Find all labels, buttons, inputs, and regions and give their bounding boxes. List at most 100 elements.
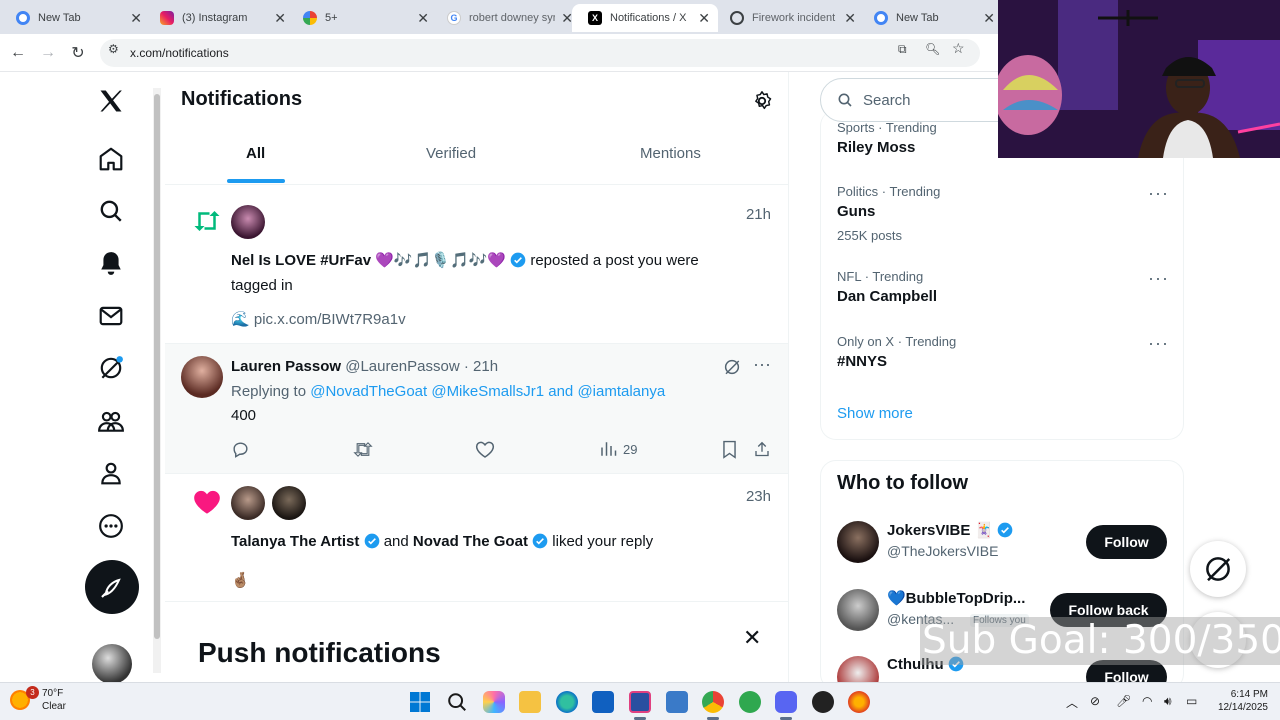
- discord-icon[interactable]: [775, 691, 797, 713]
- microphone-icon[interactable]: 🎤︎: [1116, 694, 1131, 708]
- tab-all[interactable]: All: [246, 145, 265, 162]
- views-count[interactable]: 29: [599, 439, 637, 459]
- battery-icon[interactable]: ▭: [1186, 694, 1197, 708]
- account-avatar[interactable]: [92, 644, 132, 684]
- repost-action-icon[interactable]: [353, 439, 373, 459]
- user-name[interactable]: Lauren Passow: [231, 358, 341, 375]
- user-avatar[interactable]: [272, 486, 306, 520]
- bookmark-star-icon[interactable]: ☆: [952, 40, 965, 57]
- reply-notification[interactable]: Lauren Passow @LaurenPassow · 21h ··· Re…: [165, 344, 788, 474]
- user-avatar[interactable]: [231, 486, 265, 520]
- bookmark-icon[interactable]: [721, 439, 738, 459]
- grok-icon[interactable]: [96, 353, 126, 383]
- firefox-icon[interactable]: [848, 691, 870, 713]
- chrome-taskbar-icon[interactable]: [702, 691, 724, 713]
- scrollbar-thumb[interactable]: [154, 94, 160, 639]
- close-tab-icon[interactable]: ✕: [274, 10, 286, 27]
- wifi-icon[interactable]: ◠: [1142, 694, 1152, 708]
- forward-icon[interactable]: →: [37, 42, 59, 64]
- user-avatar[interactable]: [837, 521, 879, 563]
- onedrive-off-icon[interactable]: ⊘: [1090, 694, 1100, 708]
- user-name[interactable]: Novad The Goat: [413, 533, 528, 550]
- user-name[interactable]: Nel Is LOVE #UrFav: [231, 252, 371, 269]
- x-logo-icon[interactable]: [96, 86, 126, 116]
- reload-icon[interactable]: ↻: [67, 42, 89, 64]
- grok-explain-icon[interactable]: [723, 358, 741, 381]
- replying-to-handles[interactable]: @NovadTheGoat @MikeSmallsJr1 and @iamtal…: [310, 383, 665, 400]
- weather-widget[interactable]: 3 70°F Clear: [10, 686, 66, 713]
- tray-chevron-icon[interactable]: ︿: [1066, 694, 1078, 711]
- more-options-icon[interactable]: ···: [753, 354, 771, 375]
- media-url[interactable]: pic.x.com/BIWt7R9a1v: [254, 311, 406, 328]
- page-scrollbar[interactable]: [153, 88, 161, 673]
- browser-tab[interactable]: G robert downey syn ✕: [431, 4, 581, 32]
- like-notification[interactable]: 23h Talanya The Artist and Novad The Goa…: [165, 474, 788, 602]
- tab-verified[interactable]: Verified: [426, 145, 476, 162]
- explore-search-icon[interactable]: [96, 196, 126, 226]
- browser-tab[interactable]: (3) Instagram ✕: [144, 4, 294, 32]
- edge-browser-icon[interactable]: [556, 691, 578, 713]
- home-icon[interactable]: [96, 144, 126, 174]
- reply-icon[interactable]: [231, 439, 250, 459]
- settings-gear-icon[interactable]: [751, 90, 773, 117]
- more-circle-icon[interactable]: [96, 511, 126, 541]
- address-bar[interactable]: x.com/notifications: [100, 39, 980, 67]
- browser-tab[interactable]: New Tab ✕: [858, 4, 1003, 32]
- verified-badge-icon: [364, 533, 379, 549]
- site-settings-icon[interactable]: ⚙: [108, 42, 119, 56]
- media-link[interactable]: 🌊 pic.x.com/BIWt7R9a1v: [231, 307, 406, 332]
- share-icon[interactable]: [753, 439, 771, 459]
- user-handle[interactable]: @LaurenPassow: [345, 358, 459, 375]
- more-options-icon[interactable]: ···: [1148, 183, 1169, 204]
- show-more-link[interactable]: Show more: [837, 405, 913, 422]
- zoom-icon[interactable]: 🔍︎: [925, 42, 940, 56]
- close-tab-icon[interactable]: ✕: [417, 10, 429, 27]
- tab-mentions[interactable]: Mentions: [640, 145, 701, 162]
- install-app-icon[interactable]: ⧉: [898, 42, 907, 57]
- trend-item[interactable]: Only on X · Trending #NNYS: [837, 334, 1177, 370]
- copilot-icon[interactable]: [483, 691, 505, 713]
- obs-icon[interactable]: [812, 691, 834, 713]
- google-apps-icon: [303, 11, 317, 25]
- trend-item[interactable]: Politics · Trending Guns 255K posts: [837, 184, 1177, 243]
- notifications-bell-icon[interactable]: [96, 248, 126, 278]
- close-tab-icon[interactable]: ✕: [130, 10, 142, 27]
- evernote-icon[interactable]: [739, 691, 761, 713]
- system-clock[interactable]: 6:14 PM 12/14/2025: [1206, 688, 1268, 714]
- user-avatar[interactable]: [231, 205, 265, 239]
- volume-icon[interactable]: 🔊︎: [1164, 694, 1172, 709]
- follow-button[interactable]: Follow: [1086, 525, 1167, 559]
- user-name[interactable]: Talanya The Artist: [231, 533, 359, 550]
- app-icon[interactable]: [629, 691, 651, 713]
- close-icon[interactable]: ✕: [743, 625, 761, 651]
- messages-envelope-icon[interactable]: [96, 301, 126, 331]
- browser-tab-active[interactable]: X Notifications / X ✕: [572, 4, 718, 32]
- more-options-icon[interactable]: ···: [1148, 333, 1169, 354]
- like-heart-icon[interactable]: [475, 439, 495, 459]
- back-icon[interactable]: ←: [7, 42, 29, 64]
- trend-item[interactable]: NFL · Trending Dan Campbell: [837, 269, 1177, 305]
- grok-floating-button[interactable]: [1190, 541, 1246, 597]
- trend-name: #NNYS: [837, 353, 888, 370]
- close-tab-icon[interactable]: ✕: [844, 10, 856, 27]
- browser-tab[interactable]: Firework incident a ✕: [714, 4, 864, 32]
- file-explorer-icon[interactable]: [519, 691, 541, 713]
- store-icon[interactable]: [592, 691, 614, 713]
- more-options-icon[interactable]: ···: [1148, 268, 1169, 289]
- taskbar-search-icon[interactable]: [446, 691, 468, 713]
- close-tab-icon[interactable]: ✕: [698, 10, 710, 27]
- user-avatar[interactable]: [181, 356, 223, 398]
- windows-start-icon[interactable]: [409, 691, 431, 713]
- browser-tab[interactable]: 5+ ✕: [287, 4, 437, 32]
- photos-icon[interactable]: [666, 691, 688, 713]
- user-avatar[interactable]: [837, 589, 879, 631]
- browser-tab[interactable]: New Tab ✕: [0, 4, 150, 32]
- profile-icon[interactable]: [96, 458, 126, 488]
- post-time[interactable]: 21h: [473, 358, 498, 375]
- post-compose-button[interactable]: [85, 560, 139, 614]
- repost-notification[interactable]: 21h Nel Is LOVE #UrFav 💜🎶🎵🎙️🎵🎶💜 reposted…: [165, 192, 788, 344]
- follow-suggestion[interactable]: JokersVIBE 🃏 @TheJokersVIBE Follow: [837, 521, 1177, 565]
- close-tab-icon[interactable]: ✕: [983, 10, 995, 27]
- conjunction-text: and: [383, 533, 409, 550]
- communities-icon[interactable]: [96, 406, 126, 436]
